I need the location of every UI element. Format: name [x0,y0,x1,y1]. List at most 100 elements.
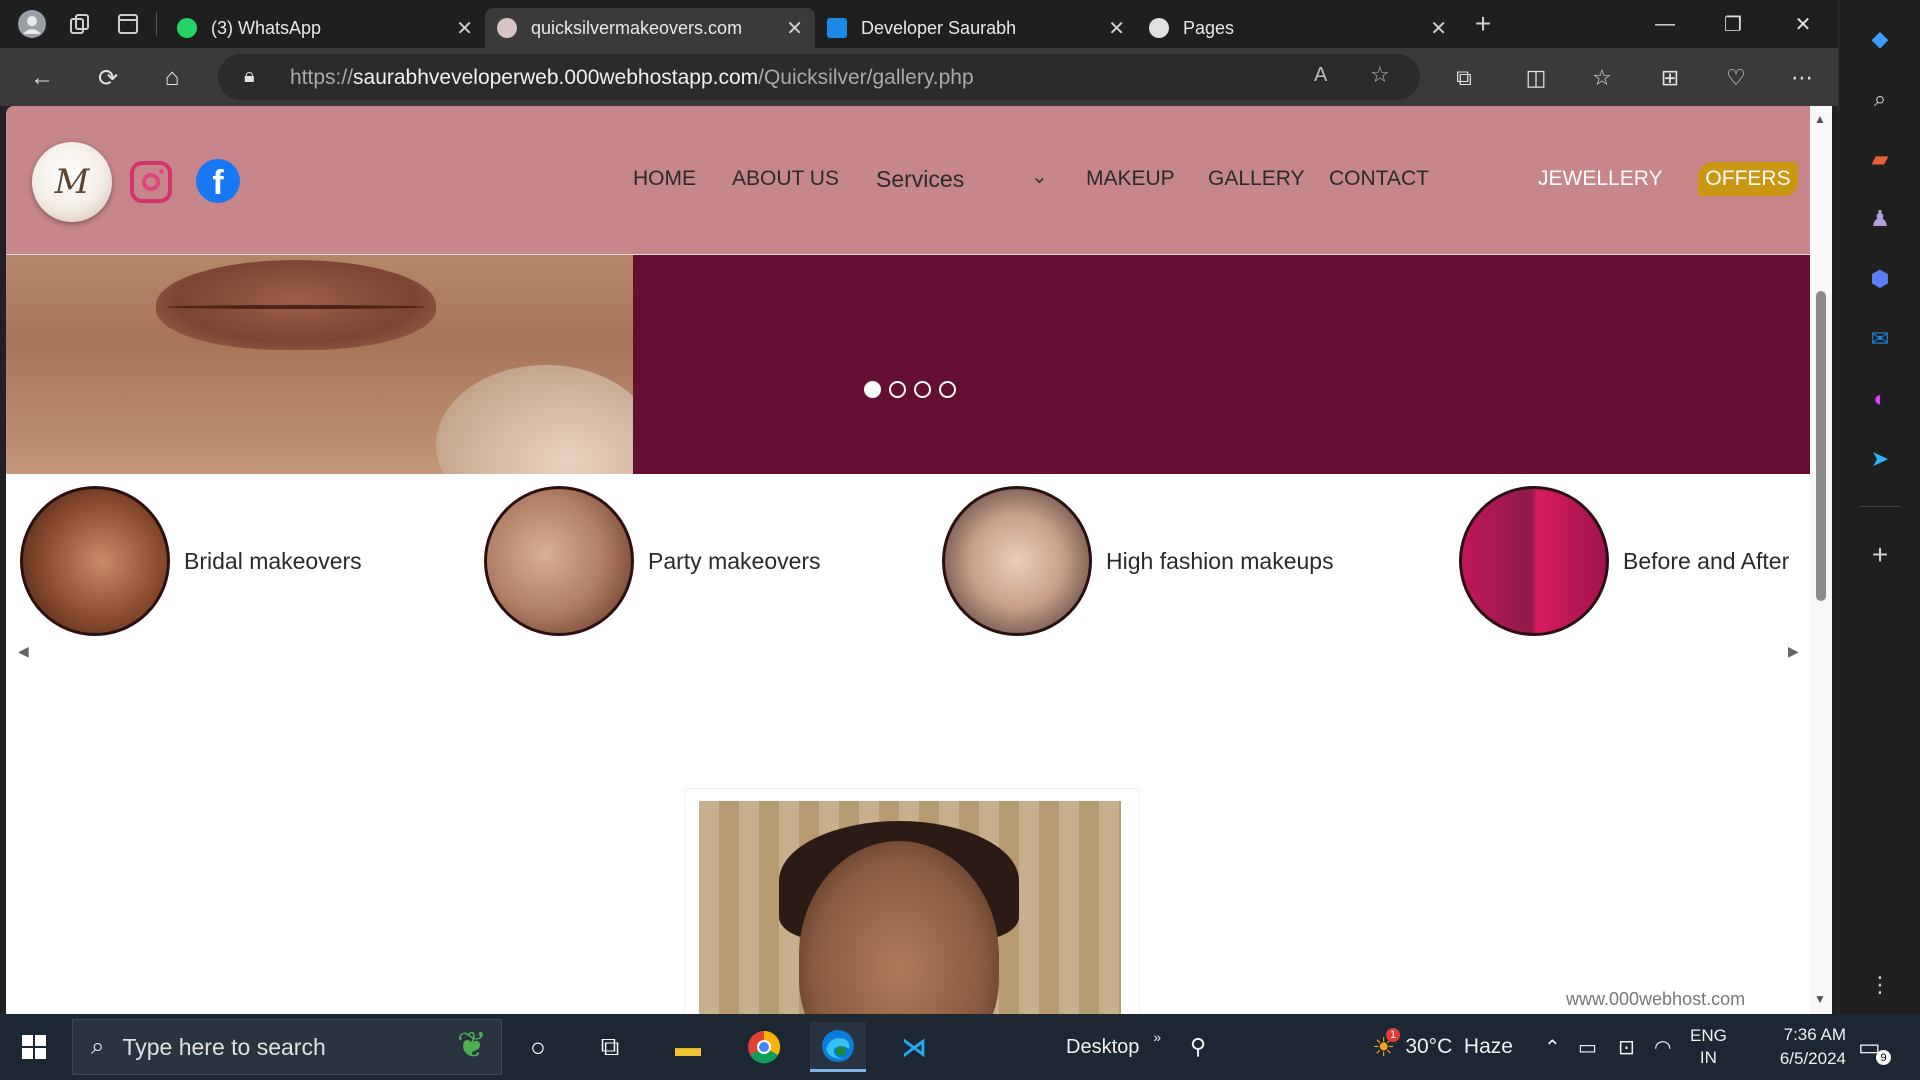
tab-title: Developer Saurabh [861,17,1017,38]
slider-dot[interactable] [889,381,906,398]
clock[interactable]: 7:36 AM 6/5/2024 [1750,1014,1846,1080]
designer-icon[interactable]: ◐ [1865,384,1895,414]
nav-services[interactable]: Services [876,166,964,193]
page-scrollbar[interactable]: ▲ ▼ [1810,106,1832,1014]
favorite-star-icon[interactable]: ☆ [1370,62,1390,88]
tools-icon[interactable]: ▰ [1865,144,1895,174]
extensions-icon[interactable]: ⧉ [1444,60,1484,96]
battery-icon[interactable]: ▭ [1578,1014,1597,1080]
add-sidebar-app-icon[interactable]: + [1865,539,1895,570]
search-icon: ⌕ [91,1033,105,1060]
wifi-icon[interactable]: ◠ [1654,1014,1671,1080]
cortana-icon[interactable]: ○ [510,1022,566,1072]
scroll-up-icon[interactable]: ▲ [1814,112,1826,126]
close-tab-icon[interactable]: ✕ [1108,16,1125,41]
offers-button[interactable]: OFFERS [1698,162,1798,196]
site-favicon [497,18,517,38]
lock-icon[interactable]: 🔒︎ [244,65,255,88]
browser-essentials-icon[interactable]: ♡ [1716,60,1756,96]
category-item-before-after[interactable]: Before and After [1459,486,1789,636]
vscode-icon[interactable]: ⋊ [886,1022,942,1072]
slider-dot[interactable] [939,381,956,398]
developer-favicon [827,18,847,38]
new-tab-icon[interactable]: + [1463,4,1503,44]
category-item-high-fashion[interactable]: High fashion makeups [942,486,1334,636]
desktop-toolbar-label[interactable]: Desktop » [1066,1014,1161,1080]
nav-about-us[interactable]: ABOUT US [732,167,839,191]
tab-pages[interactable]: Pages ✕ [1137,8,1459,48]
category-label: Before and After [1623,547,1790,574]
scroll-thumb[interactable] [1816,291,1826,601]
webhost-badge[interactable]: www.000webhost.com [1566,989,1745,1010]
clock-time: 7:36 AM [1783,1025,1846,1044]
show-hidden-icons[interactable]: ⌃ [1544,1014,1561,1080]
nav-home[interactable]: HOME [633,167,696,191]
favorites-icon[interactable]: ☆ [1582,60,1622,96]
notifications-icon[interactable]: ▭ 9 [1858,1014,1891,1080]
weather-icon: ☀ 1 [1372,1027,1400,1063]
back-icon[interactable]: ← [22,60,62,96]
nav-jewellery[interactable]: JEWELLERY [1538,167,1663,191]
file-explorer-icon[interactable]: ▬ [660,1022,716,1072]
carousel-next-icon[interactable]: ▶ [1788,643,1799,660]
outlook-icon[interactable]: ✉ [1865,324,1895,354]
edge-icon[interactable] [810,1022,866,1072]
close-tab-icon[interactable]: ✕ [786,16,803,41]
expand-toolbar-icon[interactable]: » [1153,1029,1161,1045]
lips-line [166,305,426,309]
send-icon[interactable]: ➤ [1865,444,1895,474]
profile-avatar-icon[interactable] [12,4,52,44]
gallery-card[interactable] [684,788,1140,1014]
task-view-icon[interactable]: ⧉ [582,1022,638,1072]
weather-widget[interactable]: ☀ 1 30°C Haze [1372,1014,1513,1080]
nav-makeup[interactable]: MAKEUP [1086,167,1175,191]
refresh-icon[interactable]: ⟳ [88,60,128,96]
web-page-viewport: M f HOME ABOUT US Services ⌄ MAKEUP GALL… [6,106,1832,1014]
address-bar[interactable]: 🔒︎ https://saurabhveveloperweb.000webhos… [218,54,1420,100]
github-icon [1149,18,1169,38]
tab-quicksilver[interactable]: quicksilvermakeovers.com ✕ [485,8,815,48]
close-window-icon[interactable]: ✕ [1768,0,1838,48]
desktop-label: Desktop [1066,1035,1140,1058]
chevron-down-icon[interactable]: ⌄ [1031,164,1048,189]
makeup-brush-shape [436,365,633,474]
games-icon[interactable]: ♟ [1865,204,1895,234]
workspaces-icon[interactable] [60,4,100,44]
category-item-party[interactable]: Party makeovers [484,486,821,636]
facebook-icon[interactable]: f [196,159,240,203]
scroll-down-icon[interactable]: ▼ [1814,992,1826,1006]
site-logo[interactable]: M [32,142,112,222]
language-indicator[interactable]: ENG IN [1690,1014,1727,1080]
taskbar-search-box[interactable]: ⌕ Type here to search ❦ [72,1019,502,1075]
close-tab-icon[interactable]: ✕ [456,16,473,41]
read-aloud-icon[interactable]: A [1314,64,1327,87]
hero-lips-image [6,255,633,474]
nav-contact[interactable]: CONTACT [1329,167,1429,191]
slider-dot[interactable] [914,381,931,398]
microsoft-365-icon[interactable]: ⬢ [1865,264,1895,294]
home-icon[interactable]: ⌂ [152,60,192,96]
collections-icon[interactable]: ⊞ [1650,60,1690,96]
copilot-icon[interactable]: ◆ [1865,24,1895,54]
search-icon[interactable]: ⌕ [1865,84,1895,114]
tab-whatsapp[interactable]: (3) WhatsApp ✕ [165,8,485,48]
tab-developer-saurabh[interactable]: Developer Saurabh ✕ [815,8,1137,48]
sidebar-settings-icon[interactable]: ⋮ [1865,970,1895,1000]
people-icon[interactable]: ⚲ [1190,1014,1206,1080]
restore-icon[interactable]: ❐ [1698,0,1768,48]
windows-start-icon[interactable] [22,1035,46,1059]
carousel-prev-icon[interactable]: ◀ [18,643,29,660]
tab-actions-icon[interactable] [108,4,148,44]
instagram-icon[interactable] [130,161,172,203]
nav-gallery[interactable]: GALLERY [1208,167,1305,191]
split-screen-icon[interactable]: ◫ [1516,60,1556,96]
language-code: ENG [1690,1026,1727,1045]
meet-now-icon[interactable]: ⊡ [1618,1014,1635,1080]
chrome-icon[interactable] [736,1022,792,1072]
category-item-bridal[interactable]: Bridal makeovers [20,486,362,636]
windows-taskbar: ⌕ Type here to search ❦ ○ ⧉ ▬ ⋊ Desktop … [0,1014,1920,1080]
minimize-icon[interactable]: — [1630,0,1700,48]
more-menu-icon[interactable]: ⋯ [1782,60,1822,96]
close-tab-icon[interactable]: ✕ [1430,16,1447,41]
slider-dot[interactable] [864,381,881,398]
